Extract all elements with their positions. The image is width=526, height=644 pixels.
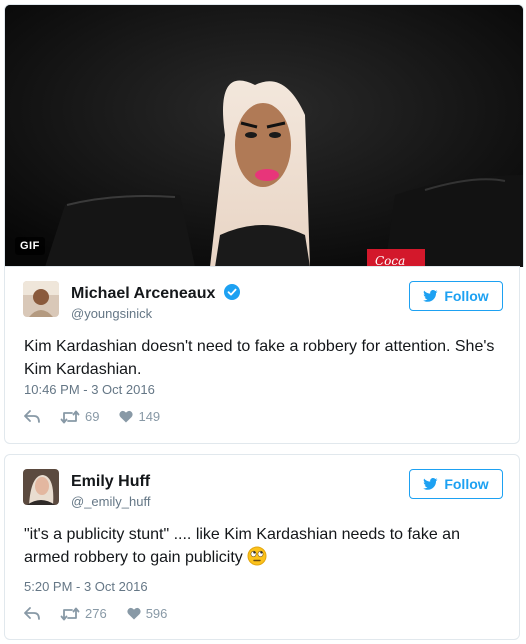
- tweet-text-body: "it's a publicity stunt" .... like Kim K…: [24, 526, 460, 566]
- author-handle[interactable]: @_emily_huff: [71, 494, 150, 509]
- heart-icon: [127, 607, 141, 620]
- avatar[interactable]: [23, 281, 59, 317]
- follow-button[interactable]: Follow: [409, 469, 503, 499]
- twitter-bird-icon: [423, 290, 438, 302]
- retweet-icon: [60, 410, 80, 423]
- follow-button[interactable]: Follow: [409, 281, 503, 311]
- tweet-timestamp[interactable]: 10:46 PM - 3 Oct 2016: [24, 382, 155, 397]
- author-handle[interactable]: @youngsinick: [71, 306, 152, 321]
- tweet-text: Kim Kardashian doesn't need to fake a ro…: [24, 338, 495, 378]
- author-name-text: Michael Arceneaux: [71, 285, 216, 302]
- eye-roll-emoji-icon: [247, 546, 267, 566]
- retweet-count: 69: [85, 409, 100, 424]
- retweet-icon: [60, 607, 80, 620]
- verified-badge-icon: [223, 284, 240, 301]
- like-button[interactable]: 596: [127, 606, 168, 621]
- gif-badge: GIF: [15, 237, 45, 255]
- retweet-button[interactable]: 69: [60, 409, 99, 424]
- tweet-actions: 69 149: [24, 409, 160, 424]
- follow-label: Follow: [444, 288, 489, 304]
- gif-media-card[interactable]: Coca GIF: [4, 4, 524, 267]
- reply-button[interactable]: [24, 607, 40, 620]
- retweet-count: 276: [85, 606, 107, 621]
- retweet-button[interactable]: 276: [60, 606, 107, 621]
- reply-icon: [24, 410, 40, 423]
- author-name[interactable]: Michael Arceneaux: [71, 284, 240, 303]
- twitter-bird-icon: [423, 478, 438, 490]
- author-name-text: Emily Huff: [71, 473, 151, 490]
- tweet-text: "it's a publicity stunt" .... like Kim K…: [24, 523, 504, 569]
- reply-icon: [24, 607, 40, 620]
- embedded-tweet[interactable]: Emily Huff @_emily_huff Follow "it's a p…: [4, 454, 520, 640]
- gif-image[interactable]: Coca: [5, 5, 523, 267]
- like-count: 596: [145, 606, 168, 621]
- tweet-actions: 276 596: [24, 606, 167, 621]
- heart-icon: [119, 410, 134, 423]
- avatar[interactable]: [23, 469, 59, 505]
- follow-label: Follow: [444, 476, 489, 492]
- embedded-tweet[interactable]: Michael Arceneaux @youngsinick Follow Ki…: [4, 266, 520, 444]
- like-button[interactable]: 149: [119, 409, 160, 424]
- like-count: 149: [138, 409, 161, 424]
- tweet-timestamp[interactable]: 5:20 PM - 3 Oct 2016: [24, 579, 148, 594]
- reply-button[interactable]: [24, 410, 40, 423]
- author-name[interactable]: Emily Huff: [71, 473, 150, 491]
